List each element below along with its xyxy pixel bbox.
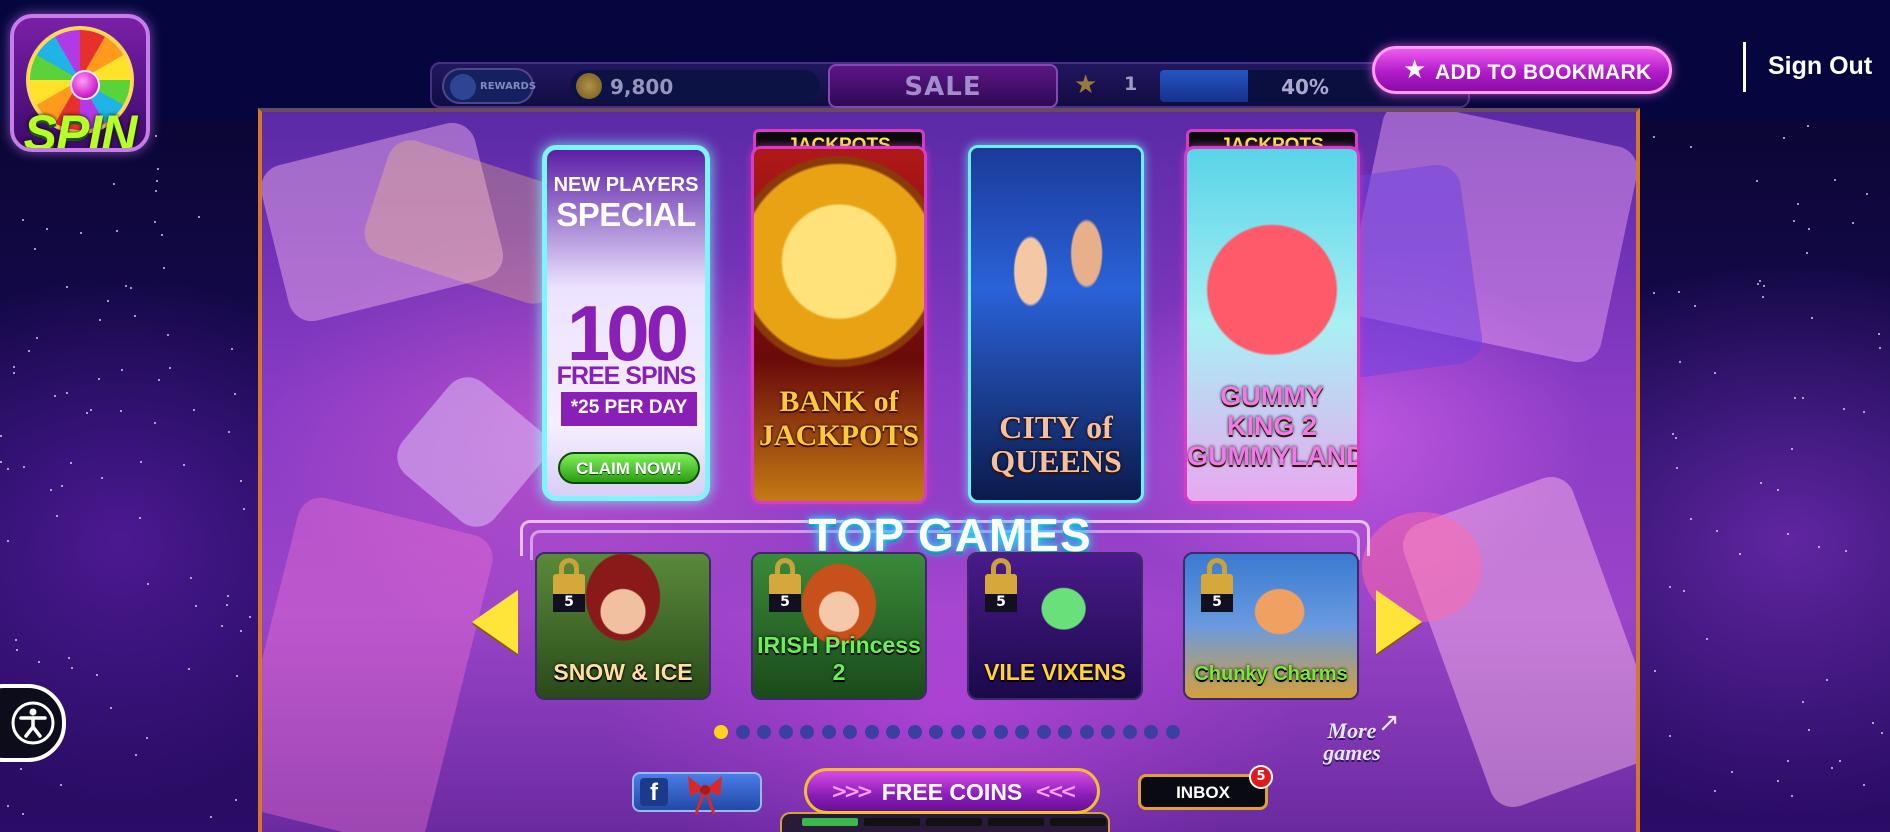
pager-dot[interactable] [778,725,793,739]
promo-line1: NEW PLAYERS [553,174,699,196]
game-title: Chunky Charms [1194,663,1348,685]
pager-dot[interactable] [864,725,879,739]
rewards-button[interactable]: REWARDS [442,68,537,104]
free-coins-button[interactable]: >>> FREE COINS <<< [804,768,1100,814]
pager-dot[interactable] [1144,725,1158,739]
game-tile-irish-princess-2[interactable]: 5 IRISH Princess 2 [751,552,927,700]
game-title: CITY of QUEENS [990,409,1122,479]
game-hud: REWARDS 9,800 SALE ★ 1 40% [430,62,1470,108]
coin-balance-value: 9,800 [610,75,674,99]
gift-bow-icon [688,776,722,815]
pager-dot[interactable] [821,725,836,739]
pager-dot[interactable] [1165,725,1180,739]
game-tile-bank-of-jackpots[interactable]: BANK of JACKPOTS [751,146,927,504]
pager-dot[interactable] [950,725,965,739]
meter-segment [864,818,920,826]
new-players-special-promo[interactable]: NEW PLAYERS SPECIAL 100 FREE SPINS *25 P… [542,145,710,501]
pager-dot[interactable] [1036,725,1051,739]
sale-button[interactable]: SALE [828,64,1058,108]
pager-dot[interactable] [800,725,814,739]
lock-level: 5 [985,594,1017,612]
coin-balance: 9,800 [570,70,820,102]
game-title: GUMMY KING 2 GUMMYLAND [1187,381,1360,471]
promo-per-day: *25 PER DAY [561,392,697,426]
game-tile-vile-vixens[interactable]: 5 VILE VIXENS [967,552,1143,700]
game-title: IRISH Princess 2 [757,632,921,685]
pager-dot[interactable] [714,725,728,739]
xp-progress-bar: 40% [1160,70,1380,102]
pager-dot[interactable] [735,725,750,739]
promo-spins-label: FREE SPINS [556,362,697,390]
logo-text: SPIN [23,105,138,152]
add-to-bookmark-button[interactable]: ★ ADD TO BOOKMARK [1372,46,1672,94]
facebook-icon: f [640,778,668,806]
facebook-gift-button[interactable]: f [632,772,762,815]
pager-dot[interactable] [1015,725,1029,739]
xp-percent: 40% [1281,75,1329,99]
lock-icon: 5 [983,558,1019,612]
lock-level: 5 [553,594,585,612]
game-tile-gummy-king-2[interactable]: GUMMY KING 2 GUMMYLAND [1184,146,1360,504]
pager-dot[interactable] [843,725,857,739]
carousel-next-arrow-icon[interactable] [1376,590,1422,654]
pager-dot[interactable] [757,725,771,739]
game-title: BANK of JACKPOTS [758,385,920,452]
meter-segment [926,818,982,826]
header-divider [1743,42,1746,92]
pager-dot[interactable] [1079,725,1094,739]
spin-logo[interactable]: SPIN [10,14,150,152]
lock-level: 5 [769,594,801,612]
player-level: 1 [1124,73,1138,95]
pager-dot[interactable] [886,725,900,739]
lock-icon: 5 [551,558,587,612]
game-tile-snow-and-ice[interactable]: 5 SNOW & ICE [535,552,711,700]
game-title: VILE VIXENS [984,659,1126,685]
inbox-count-badge: 5 [1249,765,1273,789]
pager-dot[interactable] [1122,725,1137,739]
pager-dot[interactable] [1101,725,1115,739]
pager-dot[interactable] [972,725,986,739]
sale-label: SALE [904,72,982,102]
bookmark-label: ADD TO BOOKMARK [1435,61,1652,84]
chevrons-left-icon: <<< [1034,779,1077,803]
accessibility-icon [11,701,55,745]
coin-icon [576,73,602,99]
rewards-icon [450,74,476,100]
game-title: SNOW & ICE [553,659,693,685]
game-tile-city-of-queens[interactable]: CITY of QUEENS [968,145,1144,503]
meter-segment [1050,818,1106,826]
carousel-prev-arrow-icon[interactable] [472,590,518,654]
lock-level: 5 [1201,594,1233,612]
rewards-label: REWARDS [480,81,537,92]
pager-dot[interactable] [1058,725,1072,739]
pager-dot[interactable] [929,725,943,739]
game-tile-chunky-charms[interactable]: 5 Chunky Charms [1183,552,1359,700]
sign-out-link[interactable]: Sign Out [1768,52,1872,81]
star-icon: ★ [1403,55,1427,85]
more-games-arrow-icon: ↗ [1378,708,1400,738]
lock-icon: 5 [767,558,803,612]
level-star-icon: ★ [1074,70,1098,100]
meter-segment [988,818,1044,826]
promo-line2: SPECIAL [556,196,696,233]
pager-dot[interactable] [907,725,922,739]
lock-icon: 5 [1199,558,1235,612]
lobby-stage [258,108,1640,832]
claim-now-button[interactable]: CLAIM NOW! [558,452,700,484]
pager-dot[interactable] [993,725,1008,739]
free-coins-meter [780,812,1110,832]
meter-segment [802,818,858,826]
